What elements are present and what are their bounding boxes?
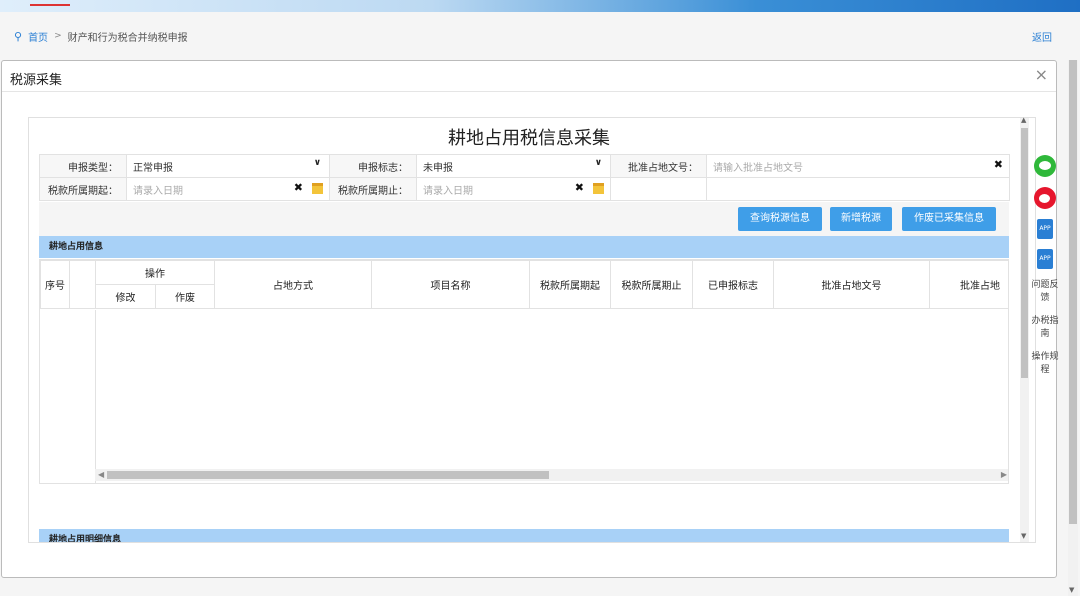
section-header-detail: 耕地占用明细信息	[39, 529, 1009, 542]
breadcrumb-separator: >	[54, 31, 62, 41]
frame-vertical-scrollbar[interactable]: ▲ ▼	[1020, 116, 1029, 542]
scroll-down-icon[interactable]: ▼	[1021, 532, 1026, 540]
action-bar: 查询税源信息 新增税源 作废已采集信息	[39, 202, 1009, 236]
breadcrumb: ⚲ 首页 > 财产和行为税合并纳税申报	[14, 29, 188, 44]
form-title: 耕地占用税信息采集	[448, 128, 610, 149]
app-icon[interactable]: APP	[1037, 249, 1053, 269]
period-start-label: 税款所属期起：	[39, 177, 127, 201]
query-tax-source-button[interactable]: 查询税源信息	[738, 207, 822, 231]
declare-type-label: 申报类型：	[39, 154, 127, 178]
add-tax-source-button[interactable]: 新增税源	[830, 207, 892, 231]
declare-type-value: 正常申报	[133, 162, 173, 174]
calendar-icon[interactable]	[593, 183, 604, 194]
col-header-approval-cut[interactable]: 批准占地	[929, 260, 1008, 309]
col-header-declared-flag[interactable]: 已申报标志	[692, 260, 774, 309]
tax-source-dialog: 税源采集 × 耕地占用税信息采集 申报类型： 正常申报 ∨ 申报标志： 未申报 …	[1, 60, 1057, 578]
dialog-title: 税源采集	[10, 73, 63, 88]
col-header-approval-no[interactable]: 批准占地文号	[773, 260, 930, 309]
period-end-placeholder: 请录入日期	[423, 185, 473, 197]
empty-cell	[706, 177, 1010, 201]
logo-fragment	[30, 0, 70, 6]
col-header-period-end[interactable]: 税款所属期止	[610, 260, 693, 309]
horizontal-scrollbar[interactable]: ◀ ▶	[95, 469, 1008, 481]
filter-form: 申报类型： 正常申报 ∨ 申报标志： 未申报 ∨ 批准占地文号： 请输入批准占地…	[39, 154, 1010, 201]
tax-guide-link[interactable]: 办税指南	[1031, 315, 1059, 341]
back-link[interactable]: 返回	[1032, 29, 1052, 44]
period-start-placeholder: 请录入日期	[133, 185, 183, 197]
clear-icon[interactable]: ✖	[994, 158, 1003, 171]
col-header-seq: 序号	[40, 260, 70, 309]
declare-flag-value: 未申报	[423, 162, 453, 174]
feedback-link[interactable]: 问题反馈	[1031, 279, 1059, 305]
col-header-edit: 修改	[95, 284, 156, 309]
clear-icon[interactable]: ✖	[294, 181, 303, 194]
col-header-project[interactable]: 项目名称	[371, 260, 530, 309]
col-header-void: 作废	[155, 284, 215, 309]
dialog-divider	[2, 91, 1056, 92]
scroll-right-icon[interactable]: ▶	[1001, 469, 1007, 481]
col-header-period-start[interactable]: 税款所属期起	[529, 260, 611, 309]
form-frame: 耕地占用税信息采集 申报类型： 正常申报 ∨ 申报标志： 未申报 ∨ 批准占地文…	[28, 117, 1036, 543]
chevron-down-icon[interactable]: ∨	[314, 158, 321, 168]
scroll-left-icon[interactable]: ◀	[98, 469, 104, 481]
data-grid: 序号 操作 占地方式 项目名称 税款所属期起 税款所属期止 已申报标志 批准占地…	[39, 259, 1009, 484]
location-pin-icon: ⚲	[14, 29, 23, 43]
declare-flag-label: 申报标志：	[329, 154, 417, 178]
scroll-up-icon[interactable]: ▲	[1021, 116, 1026, 124]
clear-icon[interactable]: ✖	[575, 181, 584, 194]
wechat-icon[interactable]	[1034, 155, 1056, 177]
procedure-link[interactable]: 操作规程	[1031, 351, 1059, 377]
col-header-method[interactable]: 占地方式	[214, 260, 372, 309]
chevron-down-icon[interactable]: ∨	[595, 158, 602, 168]
grid-divider	[95, 310, 96, 483]
empty-cell	[610, 177, 707, 201]
weibo-icon[interactable]	[1034, 187, 1056, 209]
grid-header: 序号 操作 占地方式 项目名称 税款所属期起 税款所属期止 已申报标志 批准占地…	[40, 260, 1008, 309]
scrollbar-thumb[interactable]	[1021, 128, 1028, 378]
void-collected-button[interactable]: 作废已采集信息	[902, 207, 996, 231]
scrollbar-thumb[interactable]	[1069, 60, 1077, 524]
approval-no-input[interactable]: 请输入批准占地文号 ✖	[706, 154, 1010, 178]
period-end-input[interactable]: 请录入日期 ✖	[416, 177, 611, 201]
page-scrollbar[interactable]: ▼	[1068, 60, 1078, 596]
declare-type-select[interactable]: 正常申报 ∨	[126, 154, 330, 178]
col-header-ops: 操作	[95, 260, 215, 285]
calendar-icon[interactable]	[312, 183, 323, 194]
approval-no-placeholder: 请输入批准占地文号	[713, 162, 803, 174]
breadcrumb-home-link[interactable]: 首页	[28, 29, 48, 44]
approval-no-label: 批准占地文号：	[610, 154, 707, 178]
scroll-down-icon[interactable]: ▼	[1069, 586, 1074, 594]
declare-flag-select[interactable]: 未申报 ∨	[416, 154, 611, 178]
period-end-label: 税款所属期止：	[329, 177, 417, 201]
close-icon[interactable]: ×	[1035, 65, 1048, 84]
scrollbar-thumb[interactable]	[107, 471, 549, 479]
col-header-select	[69, 260, 96, 309]
floating-sidebar: APP APP 问题反馈 办税指南 操作规程	[1031, 147, 1059, 387]
period-start-input[interactable]: 请录入日期 ✖	[126, 177, 330, 201]
breadcrumb-current: 财产和行为税合并纳税申报	[67, 32, 188, 44]
top-banner	[0, 0, 1080, 12]
section-header: 耕地占用信息	[39, 236, 1009, 258]
app-icon[interactable]: APP	[1037, 219, 1053, 239]
